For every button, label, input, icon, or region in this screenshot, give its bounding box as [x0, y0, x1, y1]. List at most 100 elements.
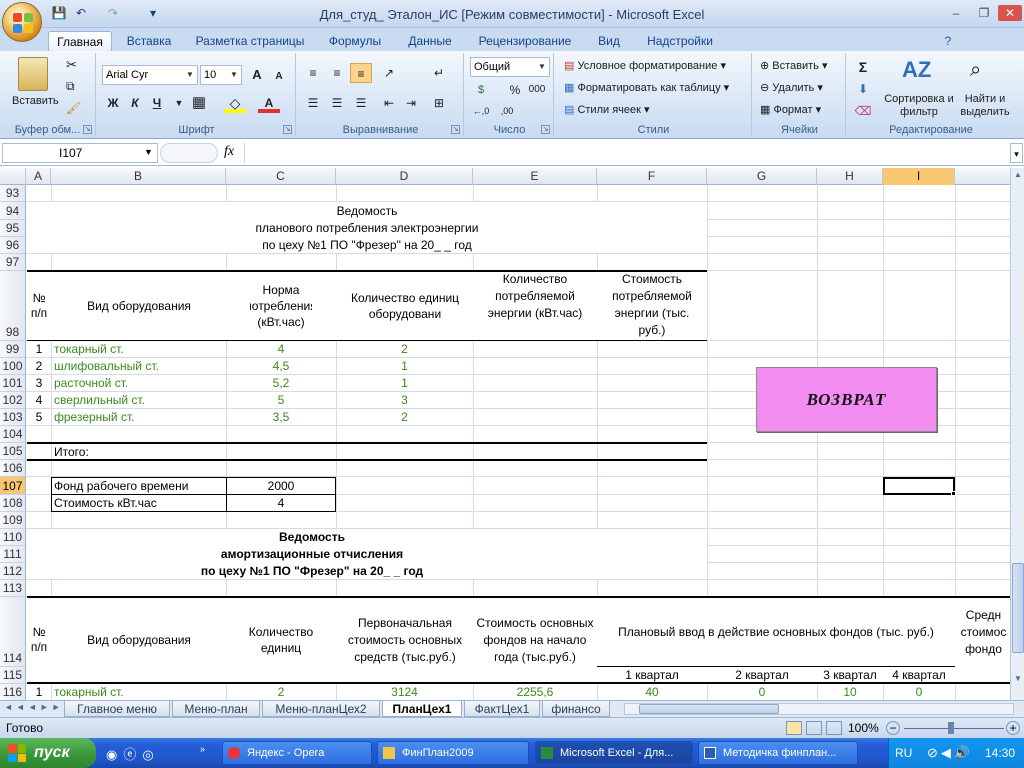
language-indicator[interactable]: RU — [895, 746, 912, 760]
tray-icons[interactable]: ⊘◀🔊 — [927, 745, 973, 761]
tab-view[interactable]: Вид — [590, 31, 628, 51]
column-header-b[interactable]: B — [51, 168, 226, 185]
sheet-tab-active[interactable]: ПланЦех1 — [382, 701, 462, 717]
column-header-a[interactable]: A — [26, 168, 51, 185]
start-button[interactable]: пуск — [0, 738, 96, 768]
row-header[interactable]: 93 — [0, 185, 26, 202]
align-top-icon[interactable]: ≡ — [302, 63, 324, 83]
insert-function-button[interactable]: fx — [224, 144, 234, 160]
tab-home[interactable]: Главная — [48, 31, 112, 51]
number-format-combo[interactable]: Общий ▼ — [470, 57, 550, 77]
cell-styles-button[interactable]: ▤ Стили ячеек ▾ — [564, 103, 650, 116]
row-header[interactable]: 115 — [0, 667, 26, 684]
decrease-decimal-icon[interactable]: ,00 — [496, 101, 518, 121]
taskbar-item-finplan[interactable]: ФинПлан2009 — [377, 741, 529, 765]
row-header[interactable]: 110 — [0, 529, 26, 546]
font-size-combo[interactable]: 10 ▼ — [200, 65, 242, 85]
paste-button[interactable]: Вставить — [12, 95, 59, 107]
italic-button[interactable]: К — [124, 93, 146, 113]
increase-decimal-icon[interactable]: ←,0 — [470, 101, 492, 121]
zoom-slider[interactable] — [904, 728, 1004, 729]
zoom-in-icon[interactable]: + — [1006, 721, 1020, 735]
page-layout-view-icon[interactable] — [806, 721, 822, 735]
tab-page-layout[interactable]: Разметка страницы — [190, 31, 310, 51]
taskbar-item-word[interactable]: Методичка финплан... — [698, 741, 858, 765]
row-header[interactable]: 98 — [0, 271, 26, 341]
bold-button[interactable]: Ж — [102, 93, 124, 113]
help-icon[interactable]: ? — [940, 31, 956, 51]
alignment-launcher-icon[interactable]: ↘ — [451, 125, 460, 134]
grow-font-button[interactable]: A — [246, 65, 268, 85]
currency-icon[interactable]: $ — [470, 80, 492, 100]
borders-icon[interactable]: ▦ — [188, 93, 210, 113]
tab-formulas[interactable]: Формулы — [322, 31, 388, 51]
align-right-icon[interactable]: ☰ — [350, 93, 372, 113]
merge-cells-icon[interactable]: ⊞ — [428, 93, 450, 113]
fill-color-icon[interactable]: ◇ — [224, 93, 246, 113]
sheet-tab[interactable]: Главное меню — [64, 701, 170, 717]
scroll-up-icon[interactable]: ▲ — [1012, 168, 1024, 182]
return-button[interactable]: ВОЗВРАТ — [756, 367, 937, 432]
copy-icon[interactable]: ⧉ — [66, 79, 75, 94]
clear-icon[interactable]: ⌫ — [852, 101, 874, 121]
select-all-corner[interactable] — [0, 168, 26, 185]
delete-cells-button[interactable]: ⊖ Удалить ▾ — [760, 81, 823, 94]
decrease-indent-icon[interactable]: ⇤ — [378, 93, 400, 113]
cut-icon[interactable]: ✂ — [66, 57, 77, 73]
autosum-button[interactable]: Σ — [852, 57, 874, 77]
column-header-d[interactable]: D — [336, 168, 473, 185]
format-painter-icon[interactable]: 🖌 — [66, 101, 81, 115]
row-header[interactable]: 95 — [0, 220, 26, 237]
column-header-h[interactable]: H — [817, 168, 883, 185]
font-name-combo[interactable]: Arial Cyr ▼ — [102, 65, 198, 85]
sheet-tab[interactable]: Меню-планЦех2 — [262, 701, 380, 717]
number-launcher-icon[interactable]: ↘ — [541, 125, 550, 134]
formula-input[interactable] — [244, 143, 1008, 163]
sort-filter-button[interactable]: Сортировка и фильтр — [884, 93, 954, 119]
column-header-f[interactable]: F — [597, 168, 707, 185]
expand-formula-bar-icon[interactable]: ▾ — [1010, 143, 1023, 163]
align-center-icon[interactable]: ☰ — [326, 93, 348, 113]
normal-view-icon[interactable] — [786, 721, 802, 735]
thousands-button[interactable]: 000 — [526, 80, 548, 100]
name-box[interactable]: I107 — [2, 143, 158, 163]
font-color-button[interactable]: A — [258, 93, 280, 113]
insert-cells-button[interactable]: ⊕ Вставить ▾ — [760, 59, 828, 72]
format-as-table-button[interactable]: ▦ Форматировать как таблицу ▾ — [564, 81, 729, 94]
row-header[interactable]: 111 — [0, 546, 26, 563]
row-header[interactable]: 116 — [0, 684, 26, 700]
percent-button[interactable]: % — [504, 80, 526, 100]
fill-handle[interactable] — [951, 491, 956, 496]
chevron-down-icon[interactable]: ▼ — [168, 93, 190, 113]
row-header[interactable]: 101 — [0, 375, 26, 392]
row-header[interactable]: 114 — [0, 597, 26, 667]
row-header[interactable]: 109 — [0, 512, 26, 529]
taskbar-item-excel[interactable]: Microsoft Excel - Для... — [535, 741, 693, 765]
tab-addins[interactable]: Надстройки — [638, 31, 722, 51]
row-header[interactable]: 105 — [0, 443, 26, 460]
tab-data[interactable]: Данные — [398, 31, 462, 51]
horizontal-scrollbar[interactable] — [624, 703, 1014, 715]
undo-icon[interactable]: ↶ — [72, 5, 90, 21]
taskbar-item-opera[interactable]: Яндекс - Opera — [222, 741, 372, 765]
quick-launch-expand-icon[interactable]: » — [200, 744, 205, 754]
row-header[interactable]: 106 — [0, 460, 26, 477]
tab-review[interactable]: Рецензирование — [472, 31, 578, 51]
chevron-down-icon[interactable]: ▼ — [144, 147, 153, 157]
row-header[interactable]: 108 — [0, 495, 26, 512]
clipboard-launcher-icon[interactable]: ↘ — [83, 125, 92, 134]
align-left-icon[interactable]: ☰ — [302, 93, 324, 113]
row-header[interactable]: 104 — [0, 426, 26, 443]
row-header[interactable]: 107 — [0, 477, 26, 495]
find-select-button[interactable]: Найти и выделить — [956, 93, 1014, 119]
minimize-button[interactable]: – — [944, 5, 968, 21]
quick-launch-icons[interactable]: ◉ⓔ◎ — [106, 744, 160, 763]
restore-button[interactable]: ❐ — [972, 5, 996, 21]
increase-indent-icon[interactable]: ⇥ — [400, 93, 422, 113]
sheet-tab[interactable]: Меню-план — [172, 701, 260, 717]
close-button[interactable]: ✕ — [998, 5, 1022, 21]
fund-value[interactable]: 2000 — [227, 478, 335, 494]
customize-quick-access-icon[interactable]: ▾ — [144, 5, 162, 21]
page-break-view-icon[interactable] — [826, 721, 842, 735]
horizontal-scroll-thumb[interactable] — [639, 704, 779, 714]
